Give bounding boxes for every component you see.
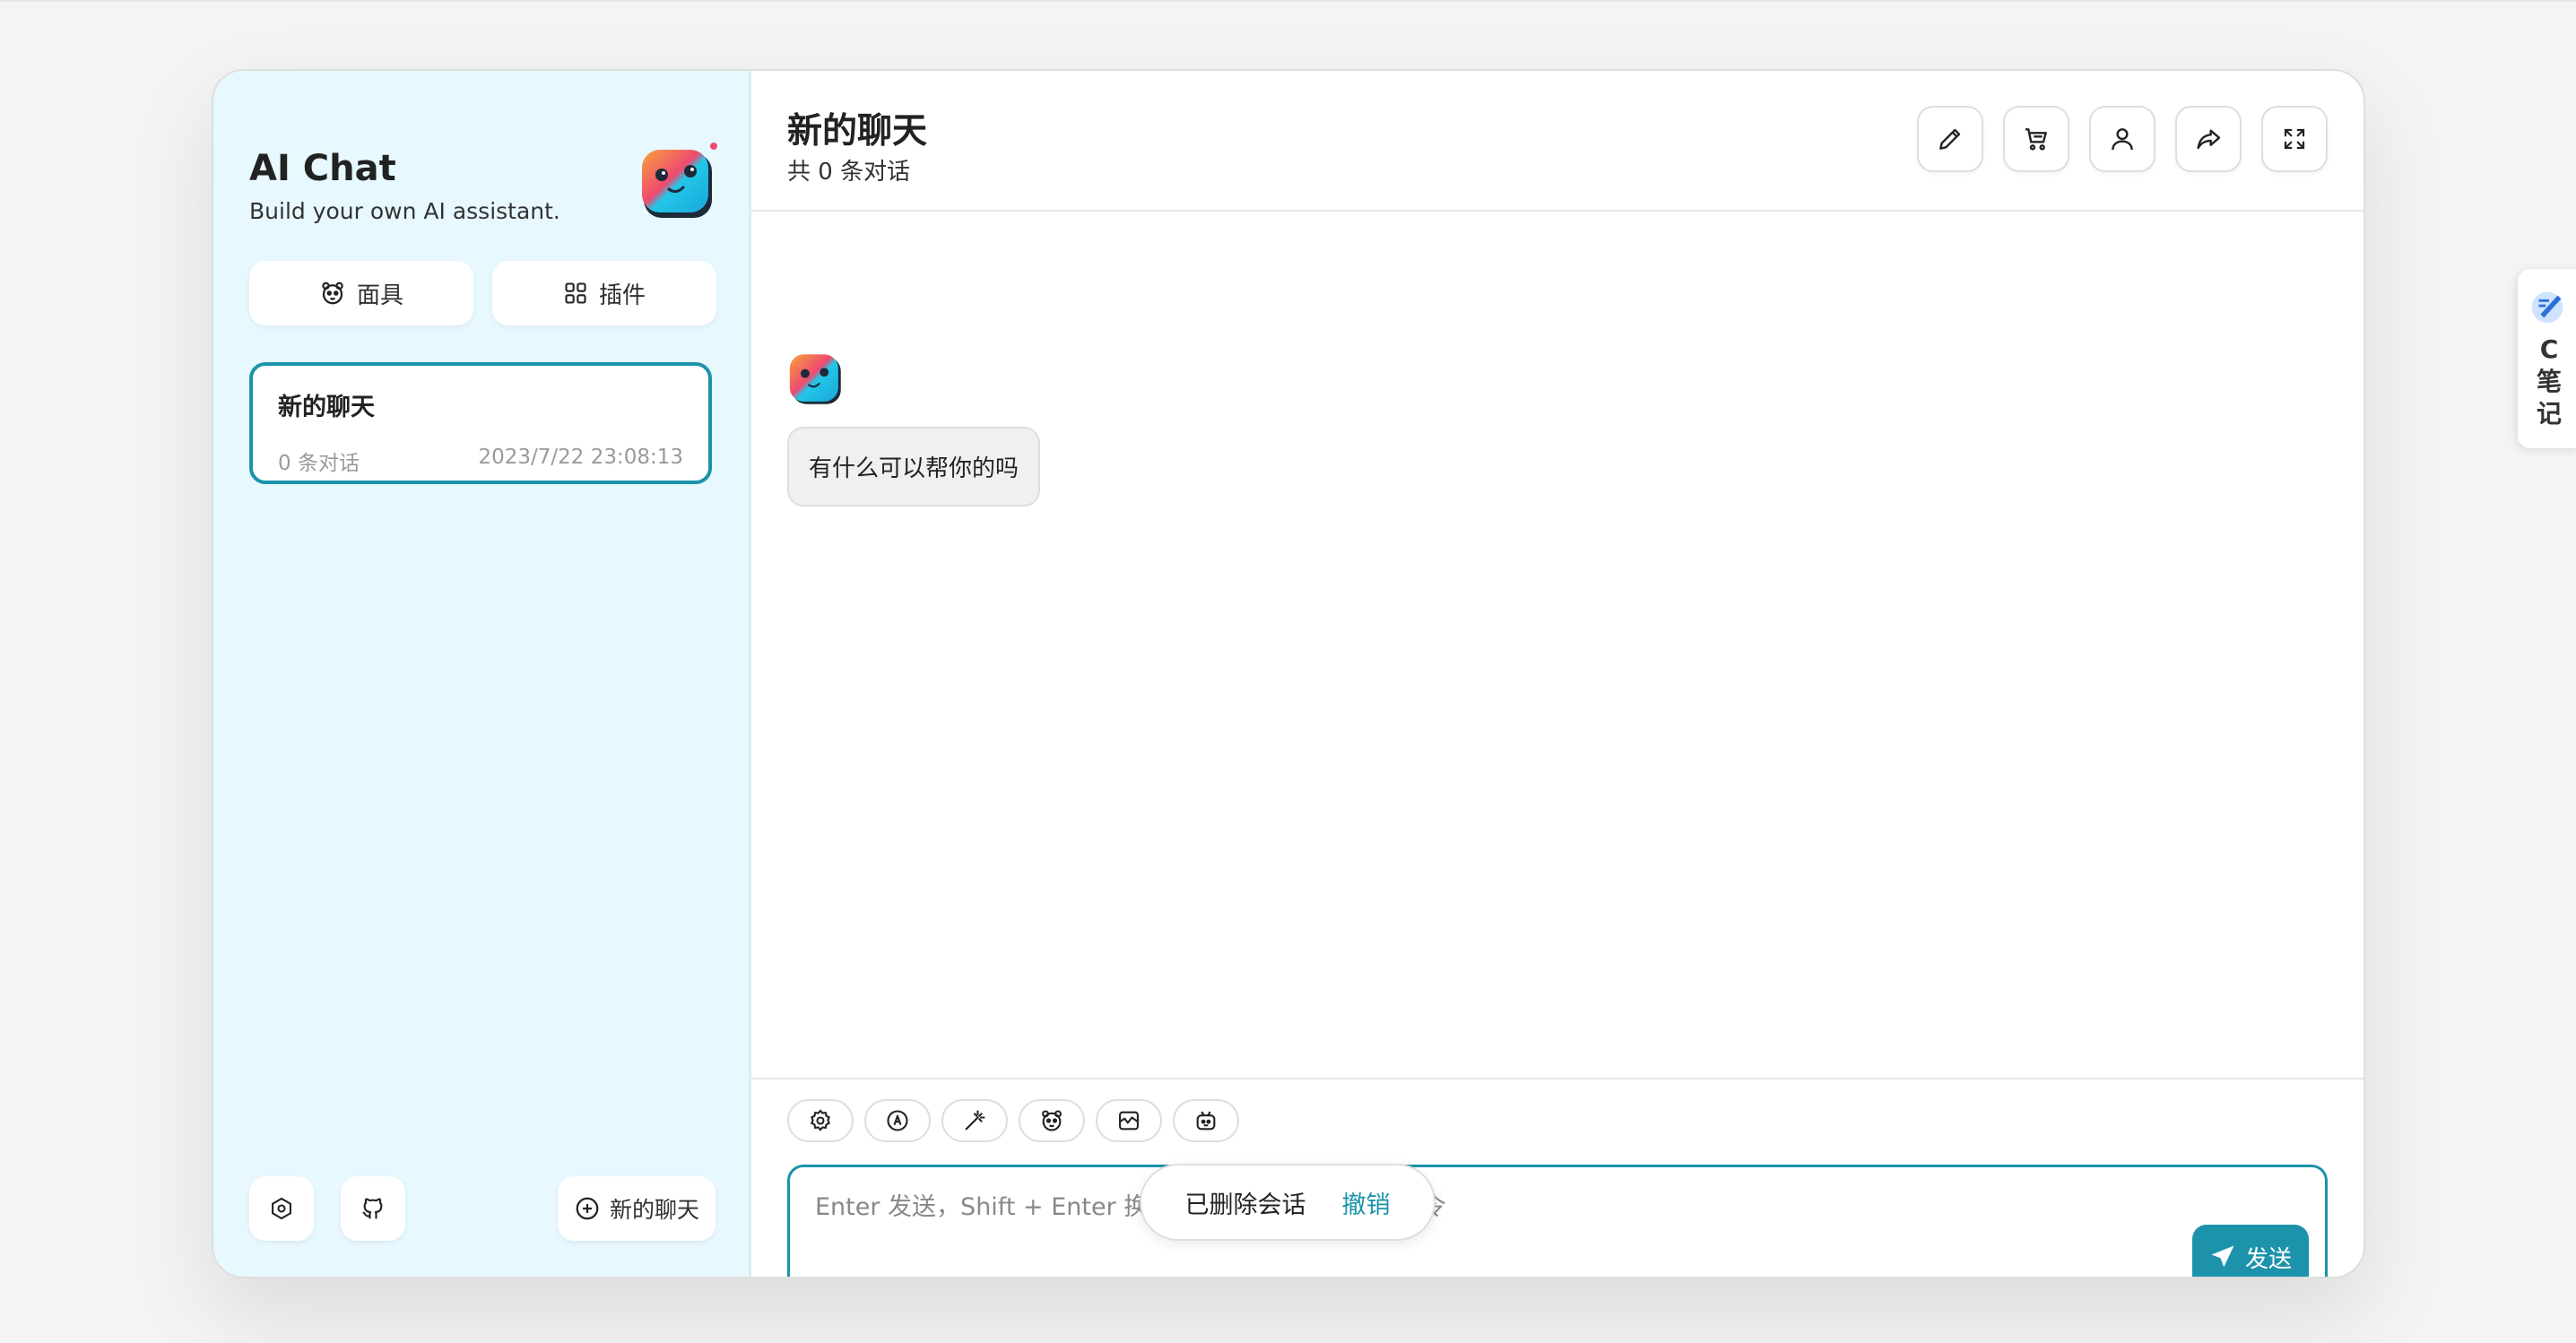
cart-icon (2025, 128, 2047, 151)
fullscreen-button[interactable] (2261, 106, 2328, 172)
send-icon (2211, 1245, 2234, 1268)
github-button[interactable] (341, 1176, 405, 1241)
input-toolbar (787, 1099, 1239, 1142)
new-chat-button[interactable]: 新的聊天 (558, 1176, 716, 1241)
message-list: 有什么可以帮你的吗 (751, 212, 2364, 1078)
chat-item-title: 新的聊天 (278, 394, 375, 421)
header-actions (1917, 106, 2328, 172)
undo-button[interactable]: 撤销 (1342, 1185, 1391, 1220)
cart-button[interactable] (2003, 106, 2069, 172)
mask-label: 面具 (356, 282, 403, 309)
clear-context-button[interactable] (1096, 1099, 1162, 1142)
prompt-button[interactable] (941, 1099, 1008, 1142)
mask-icon (1042, 1110, 1062, 1131)
send-label: 发送 (2244, 1245, 2292, 1273)
robot-icon (1196, 1111, 1216, 1131)
toast-text: 已删除会话 (1184, 1191, 1306, 1219)
settings-button[interactable] (249, 1176, 314, 1241)
message-input-box: 发送 (787, 1165, 2328, 1277)
mask-tool-button[interactable] (1019, 1099, 1085, 1142)
chat-item-time: 2023/7/22 23:08:13 (478, 446, 683, 469)
share-icon (2197, 129, 2221, 150)
sidebar: AI Chat Build your own AI assistant. 面具 … (213, 71, 751, 1277)
app-window: AI Chat Build your own AI assistant. 面具 … (212, 69, 2365, 1278)
theme-toggle-button[interactable] (864, 1099, 931, 1142)
plugin-button[interactable]: 插件 (492, 261, 716, 325)
bot-avatar-icon (789, 354, 841, 404)
new-chat-label: 新的聊天 (609, 1197, 699, 1223)
bot-message-bubble: 有什么可以帮你的吗 (787, 427, 1041, 507)
mask-icon (322, 282, 343, 305)
chat-header: 新的聊天 共 0 条对话 (751, 71, 2364, 212)
share-button[interactable] (2175, 106, 2242, 172)
user-icon (2112, 128, 2133, 151)
note-side-tab[interactable]: C笔记 (2518, 269, 2576, 448)
chat-panel: 新的聊天 共 0 条对话 有什么可以帮你的吗 Enter 发送，Shift + … (751, 71, 2364, 1277)
message-input[interactable] (790, 1167, 2325, 1277)
brand-subtitle: Build your own AI assistant. (249, 198, 560, 224)
pencil-icon (1939, 128, 1961, 150)
brand-title: AI Chat (249, 148, 396, 189)
user-button[interactable] (2089, 106, 2155, 172)
gear-icon (810, 1109, 831, 1131)
note-tab-label: C笔记 (2536, 334, 2562, 429)
settings-icon (272, 1197, 291, 1220)
maximize-icon (2284, 128, 2305, 150)
edit-button[interactable] (1917, 106, 1983, 172)
magic-wand-icon (965, 1110, 985, 1131)
mask-button[interactable]: 面具 (249, 261, 473, 325)
chat-count: 共 0 条对话 (787, 159, 911, 186)
add-circle-icon (576, 1197, 599, 1220)
top-divider (0, 0, 2576, 2)
grid-icon (565, 282, 586, 304)
robot-logo-icon (642, 143, 717, 218)
note-icon (2531, 291, 2563, 324)
plugin-label: 插件 (598, 282, 646, 309)
toast-notification: 已删除会话 撤销 (1140, 1164, 1435, 1241)
auto-theme-icon (887, 1110, 908, 1131)
send-button[interactable]: 发送 (2192, 1225, 2309, 1277)
chat-title[interactable]: 新的聊天 (787, 103, 927, 153)
chat-settings-button[interactable] (787, 1099, 854, 1142)
model-select-button[interactable] (1173, 1099, 1239, 1142)
input-panel: 发送 (751, 1078, 2364, 1277)
chat-item-count: 0 条对话 (278, 452, 360, 475)
chat-list-item[interactable]: 新的聊天 0 条对话 2023/7/22 23:08:13 (249, 362, 712, 484)
github-icon (362, 1198, 383, 1219)
break-icon (1119, 1111, 1139, 1131)
